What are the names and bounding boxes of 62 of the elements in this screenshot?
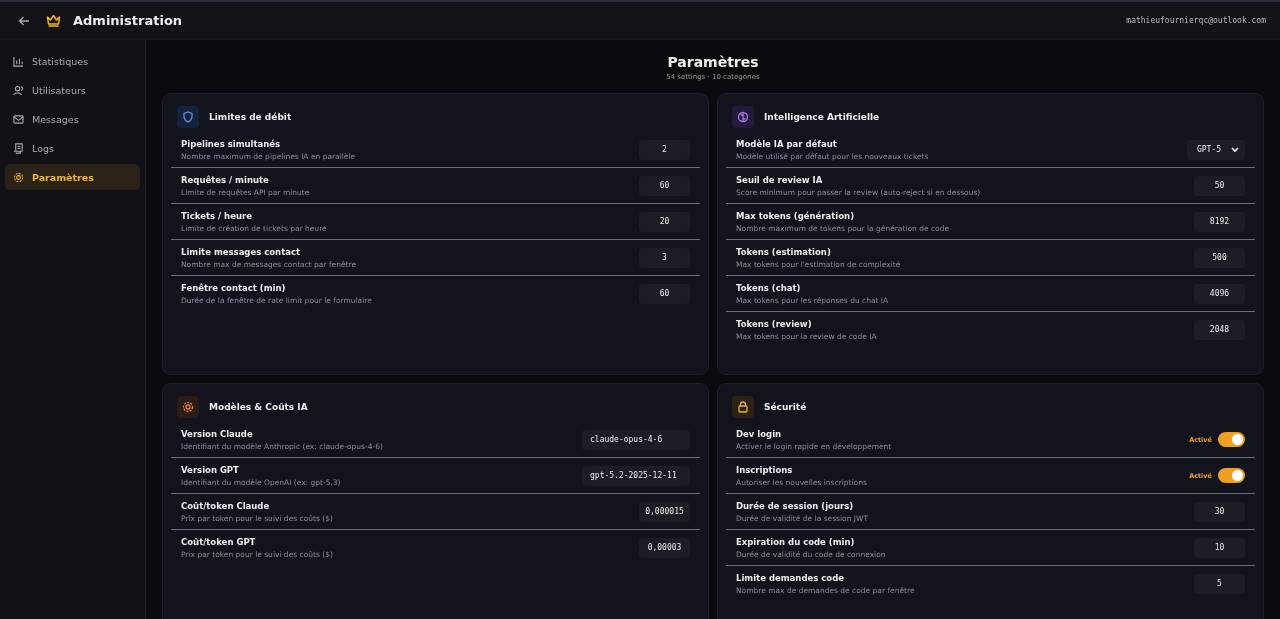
setting-label: Limite demandes code xyxy=(736,572,845,583)
card-title: Limites de débit xyxy=(209,112,292,122)
lock-icon xyxy=(732,396,754,418)
toggle-switch[interactable] xyxy=(1218,468,1245,483)
setting-label: Pipelines simultanés xyxy=(181,138,282,149)
setting-label: Fenêtre contact (min) xyxy=(181,282,287,293)
card-title: Modèles & Coûts IA xyxy=(209,402,308,412)
setting-input[interactable]: 60 xyxy=(639,175,690,196)
setting-label: Coût/token Claude xyxy=(181,500,271,511)
setting-input[interactable]: 5 xyxy=(1194,573,1245,594)
setting-input[interactable]: 30 xyxy=(1194,501,1245,522)
setting-input[interactable]: 20 xyxy=(639,211,690,232)
chart-icon xyxy=(13,55,24,67)
setting-label: Durée de session (jours) xyxy=(736,500,855,511)
setting-label: Tokens (review) xyxy=(736,318,813,329)
setting-label: Version Claude xyxy=(181,428,254,439)
model-select[interactable]: GPT-5 xyxy=(1186,139,1245,160)
app-title: Administration xyxy=(73,13,183,28)
setting-label: Dev login xyxy=(736,428,783,439)
setting-input[interactable]: 60 xyxy=(639,283,690,304)
card-title: Sécurité xyxy=(764,402,807,412)
setting-label: Tickets / heure xyxy=(181,210,253,221)
setting-input[interactable]: 500 xyxy=(1194,247,1245,268)
setting-label: Tokens (chat) xyxy=(736,282,802,293)
setting-input[interactable]: 2 xyxy=(639,139,690,160)
setting-input[interactable]: 0,00003 xyxy=(639,537,690,558)
chevron-down-icon xyxy=(1231,146,1239,153)
setting-label: Tokens (estimation) xyxy=(736,246,832,257)
crown-icon xyxy=(46,14,61,27)
setting-input[interactable]: 50 xyxy=(1194,175,1245,196)
setting-label: Expiration du code (min) xyxy=(736,536,856,547)
setting-label: Version GPT xyxy=(181,464,240,475)
scroll-icon xyxy=(13,142,24,154)
page-title: Paramètres xyxy=(666,54,760,70)
setting-input[interactable]: 0,000015 xyxy=(639,501,690,522)
setting-input[interactable]: 4096 xyxy=(1194,283,1245,304)
sidebar-item[interactable]: Messages xyxy=(5,106,140,132)
mail-icon xyxy=(13,113,24,125)
setting-label: Coût/token GPT xyxy=(181,536,257,547)
toggle-switch[interactable] xyxy=(1218,432,1245,447)
setting-input[interactable]: 3 xyxy=(639,247,690,268)
setting-input[interactable]: gpt-5.2-2025-12-11 xyxy=(582,465,690,486)
setting-label: Modèle IA par défaut xyxy=(736,138,838,149)
sidebar-item[interactable]: Statistiques xyxy=(5,48,140,74)
setting-input[interactable]: claude-opus-4-6 xyxy=(582,429,690,450)
setting-label: Requêtes / minute xyxy=(181,174,270,185)
card-title: Intelligence Artificielle xyxy=(764,112,880,122)
sidebar-item[interactable]: Paramètres xyxy=(5,164,140,190)
user-email: mathieufournierqc@outlook.com xyxy=(1126,16,1266,25)
shield-icon xyxy=(177,106,199,128)
setting-label: Seuil de review IA xyxy=(736,174,824,185)
setting-label: Limite messages contact xyxy=(181,246,302,257)
back-arrow-icon[interactable] xyxy=(18,14,30,27)
sidebar-item[interactable]: Utilisateurs xyxy=(5,77,140,103)
setting-input[interactable]: 8192 xyxy=(1194,211,1245,232)
gear-icon xyxy=(13,171,24,183)
setting-input[interactable]: 10 xyxy=(1194,537,1245,558)
setting-label: Inscriptions xyxy=(736,464,794,475)
sidebar-item[interactable]: Logs xyxy=(5,135,140,161)
setting-label: Max tokens (génération) xyxy=(736,210,856,221)
users-icon xyxy=(13,84,24,96)
setting-input[interactable]: 2048 xyxy=(1194,319,1245,340)
